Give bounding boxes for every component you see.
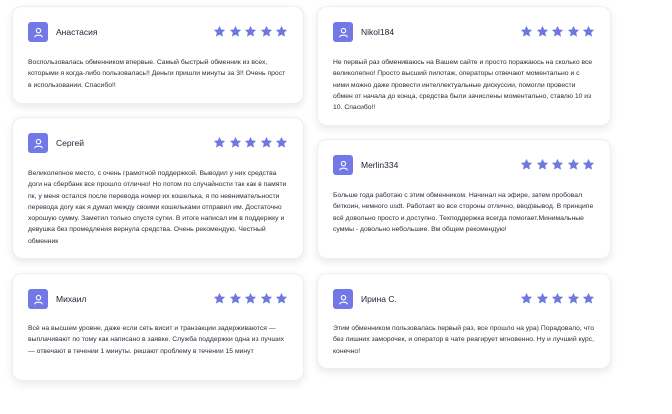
rating-stars [520, 25, 595, 39]
star-icon [536, 25, 548, 37]
star-icon [582, 25, 595, 37]
star-icon [229, 136, 241, 148]
reviewer-name: Сергей [56, 138, 84, 148]
review-text: Не первый раз обмениваюсь на Вашем сайте… [333, 59, 593, 112]
star-icon [551, 292, 564, 304]
star-icon [567, 25, 579, 37]
rating-stars [520, 158, 595, 172]
review-text: Всё на высшем уровне, даже если сеть вис… [28, 325, 285, 355]
review-card: Nikol184 Не первый раз обмениваюсь на Ва… [317, 6, 611, 126]
review-text: Великолепное место, с очень грамотной по… [28, 170, 287, 245]
star-icon [244, 292, 257, 304]
star-icon [520, 25, 533, 37]
star-icon [551, 158, 564, 170]
user-icon [333, 22, 353, 42]
rating-stars [520, 292, 595, 306]
star-icon [567, 158, 579, 170]
star-icon [582, 158, 595, 170]
star-icon [551, 25, 564, 37]
rating-stars [213, 25, 288, 39]
user-icon [28, 22, 48, 42]
star-icon [275, 292, 288, 304]
star-icon [275, 25, 288, 37]
star-icon [244, 136, 257, 148]
reviewer-name: Nikol184 [361, 27, 395, 37]
star-icon [536, 158, 548, 170]
reviewer-name: Merlin334 [361, 160, 399, 170]
star-icon [582, 292, 595, 304]
review-card: Михаил Всё на высшем уровне, даже если с… [12, 273, 304, 381]
review-card: Merlin334 Больше года работаю с этим обм… [317, 139, 611, 259]
star-icon [520, 158, 533, 170]
star-icon [275, 136, 288, 148]
star-icon [213, 136, 226, 148]
user-icon [333, 155, 353, 175]
star-icon [260, 25, 272, 37]
review-text: Больше года работаю с этим обменником. Н… [333, 192, 594, 233]
star-icon [536, 292, 548, 304]
star-icon [229, 292, 241, 304]
star-icon [244, 25, 257, 37]
review-card: Сергей Великолепное место, с очень грамо… [12, 117, 304, 259]
user-icon [28, 289, 48, 309]
reviewer-name: Ирина С. [361, 294, 397, 304]
review-card: Анастасия Воспользовалась обменником впе… [12, 6, 304, 104]
star-icon [260, 292, 272, 304]
star-icon [567, 292, 579, 304]
user-icon [28, 133, 48, 153]
review-card: Ирина С. Этим обменником пользовалась пе… [317, 273, 611, 369]
star-icon [213, 25, 226, 37]
rating-stars [213, 136, 288, 150]
review-text: Воспользовалась обменником впервые. Самы… [28, 59, 286, 89]
user-icon [333, 289, 353, 309]
star-icon [260, 136, 272, 148]
reviewer-name: Михаил [56, 294, 87, 304]
review-text: Этим обменником пользовалась первый раз,… [333, 325, 595, 355]
star-icon [213, 292, 226, 304]
star-icon [229, 25, 241, 37]
rating-stars [213, 292, 288, 306]
star-icon [520, 292, 533, 304]
reviewer-name: Анастасия [56, 27, 98, 37]
